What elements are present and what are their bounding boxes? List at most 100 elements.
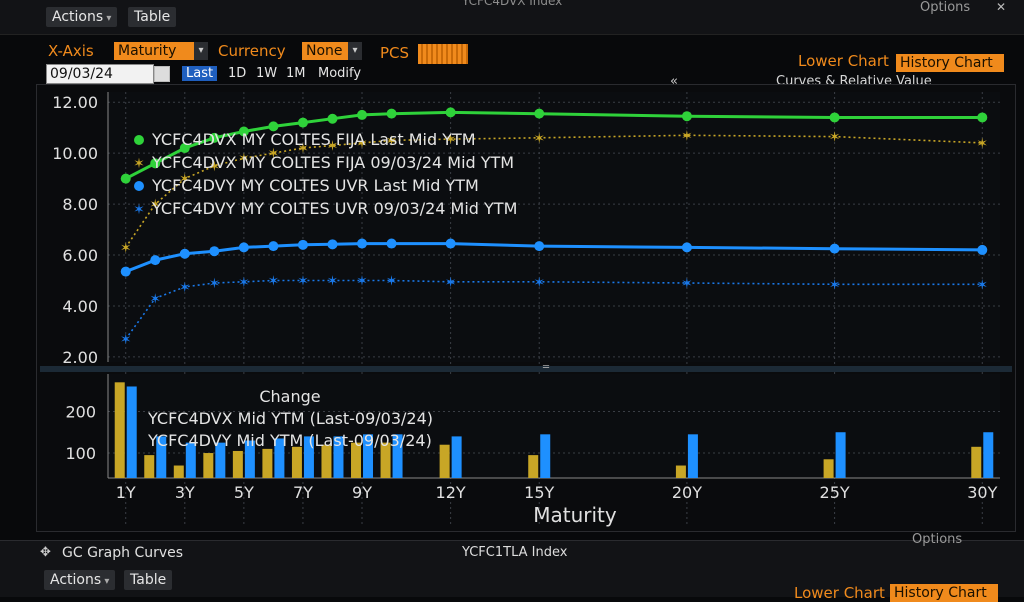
y-tick-label: 4.00 (62, 297, 98, 316)
data-point-star: ✶ (149, 291, 161, 307)
data-point (209, 246, 220, 257)
data-point (150, 255, 161, 266)
data-point (534, 241, 545, 252)
bar-1Y-0 (114, 382, 125, 478)
bar-30Y-0 (971, 446, 982, 478)
bar-12Y-0 (439, 444, 450, 478)
legend-marker-star: ✶ (133, 156, 145, 172)
lower-legend-title: Change (259, 387, 320, 406)
splitter-handle-icon: ═ (542, 362, 550, 373)
data-point-star: ✶ (179, 280, 191, 296)
data-point-star: ✶ (268, 273, 280, 289)
legend-label: YCFC4DVY MY COLTES UVR Last Mid YTM (151, 176, 479, 195)
data-point-star: ✶ (120, 240, 132, 256)
lower-legend-label: YCFC4DVY Mid YTM (Last-09/03/24) (147, 431, 432, 450)
data-point (977, 244, 988, 255)
bottom-options-link[interactable]: Options (912, 532, 962, 547)
legend-marker (134, 181, 144, 191)
y-tick-label: 10.00 (52, 144, 98, 163)
bottom-lower-chart-label: Lower Chart (794, 584, 885, 602)
data-point-star: ✶ (976, 136, 988, 152)
y-tick-label: 12.00 (52, 93, 98, 112)
bar-20Y-0 (675, 465, 686, 478)
x-tick-label: 25Y (820, 483, 850, 502)
bottom-index-label[interactable]: YCFC1TLA Index (462, 545, 567, 560)
bottom-actions-button[interactable]: Actions (44, 570, 116, 590)
data-point (681, 242, 692, 253)
y-tick-label: 2.00 (62, 348, 98, 367)
legend-label: YCFC4DVX MY COLTES FIJA Last Mid YTM (151, 130, 476, 149)
data-point (120, 173, 131, 184)
panel-divider (40, 366, 1012, 372)
x-tick-label: 30Y (967, 483, 997, 502)
data-point (445, 238, 456, 249)
bar-30Y-1 (983, 432, 994, 478)
lower-legend-label: YCFC4DVX Mid YTM (Last-09/03/24) (147, 409, 433, 428)
data-point-star: ✶ (120, 332, 132, 348)
bar-25Y-0 (823, 459, 834, 478)
data-point (829, 243, 840, 254)
data-point (534, 108, 545, 119)
bar-4Y-0 (203, 453, 214, 478)
data-point-star: ✶ (681, 276, 693, 292)
data-point (357, 109, 368, 120)
x-tick-label: 12Y (436, 483, 466, 502)
bar-15Y-1 (540, 434, 551, 478)
data-point (327, 113, 338, 124)
data-point-star: ✶ (445, 275, 457, 291)
data-point (297, 239, 308, 250)
data-point (268, 241, 279, 252)
data-point-star: ✶ (297, 273, 309, 289)
legend-marker (134, 135, 144, 145)
x-tick-label: 7Y (293, 483, 313, 502)
bar-6Y-0 (262, 448, 273, 478)
data-point-star: ✶ (386, 273, 398, 289)
y-tick-label: 100 (65, 444, 96, 463)
data-point-star: ✶ (327, 273, 339, 289)
y-tick-label: 8.00 (62, 195, 98, 214)
data-point-star: ✶ (829, 277, 841, 293)
data-point-star: ✶ (356, 273, 368, 289)
data-point (829, 112, 840, 123)
data-point (386, 238, 397, 249)
x-tick-label: 20Y (672, 483, 702, 502)
x-tick-label: 5Y (234, 483, 254, 502)
data-point-star: ✶ (238, 275, 250, 291)
data-point-star: ✶ (976, 277, 988, 293)
x-axis-title: Maturity (533, 503, 617, 527)
bottom-table-button[interactable]: Table (124, 570, 173, 590)
bar-5Y-0 (232, 450, 243, 478)
data-point-star: ✶ (208, 276, 220, 292)
data-point (327, 239, 338, 250)
bar-2Y-0 (144, 455, 155, 478)
bar-3Y-0 (173, 465, 184, 478)
data-point-star: ✶ (533, 131, 545, 147)
data-point (297, 117, 308, 128)
y-tick-label: 200 (65, 402, 96, 421)
bar-1Y-1 (126, 386, 137, 478)
data-point (120, 266, 131, 277)
bar-20Y-1 (687, 434, 698, 478)
data-point-star: ✶ (681, 128, 693, 144)
data-point (445, 107, 456, 118)
data-point (357, 238, 368, 249)
legend-label: YCFC4DVX MY COLTES FIJA 09/03/24 Mid YTM (151, 153, 514, 172)
x-tick-label: 15Y (524, 483, 554, 502)
x-tick-label: 9Y (352, 483, 372, 502)
data-point (681, 111, 692, 122)
bar-25Y-1 (835, 432, 846, 478)
y-tick-label: 6.00 (62, 246, 98, 265)
x-tick-label: 3Y (175, 483, 195, 502)
data-point (386, 108, 397, 119)
data-point (179, 248, 190, 259)
bar-7Y-0 (291, 446, 302, 478)
data-point-star: ✶ (829, 130, 841, 146)
data-point-star: ✶ (533, 275, 545, 291)
legend-label: YCFC4DVY MY COLTES UVR 09/03/24 Mid YTM (151, 199, 517, 218)
yield-curve-chart: 12.00 10.00 8.00 6.00 4.00 2.00 ✶ ✶ ✶ ✶ ✶ ✶ ✶ ✶ ✶ ✶ ✶ ✶ ✶ ✶… (40, 92, 1012, 527)
bottom-panel-title: GC Graph Curves (62, 545, 184, 561)
bottom-lower-chart-select[interactable]: History Chart (890, 584, 998, 602)
move-icon[interactable]: ✥ (40, 545, 51, 560)
x-tick-label: 1Y (116, 483, 136, 502)
bar-12Y-1 (451, 436, 462, 478)
